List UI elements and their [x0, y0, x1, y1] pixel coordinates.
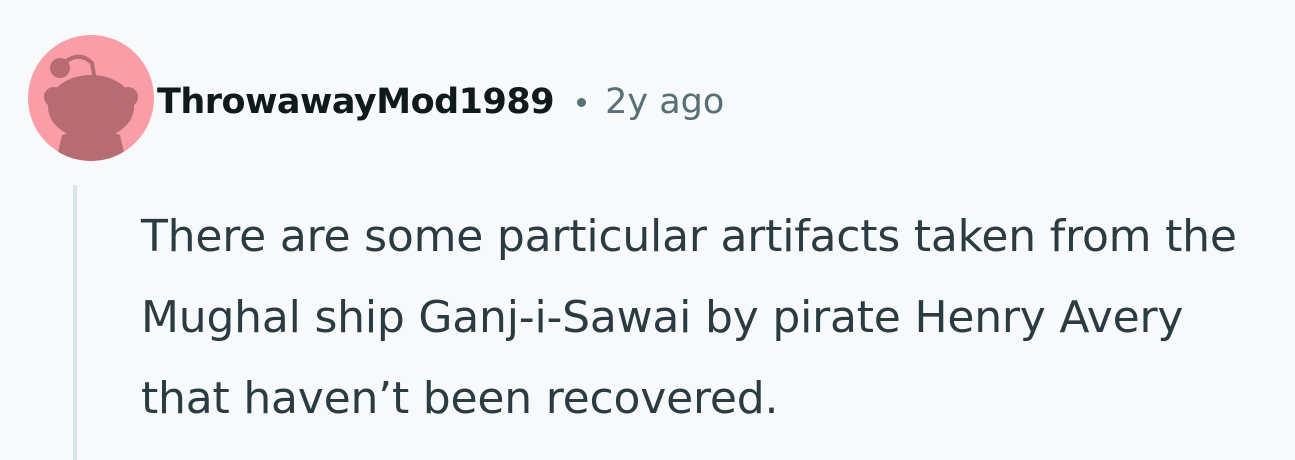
reddit-snoo-avatar-icon	[44, 54, 138, 161]
author-username[interactable]: ThrowawayMod1989	[157, 82, 555, 122]
comment-timestamp[interactable]: 2y ago	[605, 82, 724, 122]
comment-body: There are some particular artifacts take…	[141, 211, 1237, 424]
comment: ThrowawayMod1989 2y ago There are some p…	[0, 0, 1295, 460]
comment-header: ThrowawayMod1989 2y ago	[157, 76, 724, 128]
separator-dot-icon	[577, 97, 587, 107]
avatar[interactable]	[28, 35, 154, 161]
thread-line[interactable]	[73, 185, 77, 460]
